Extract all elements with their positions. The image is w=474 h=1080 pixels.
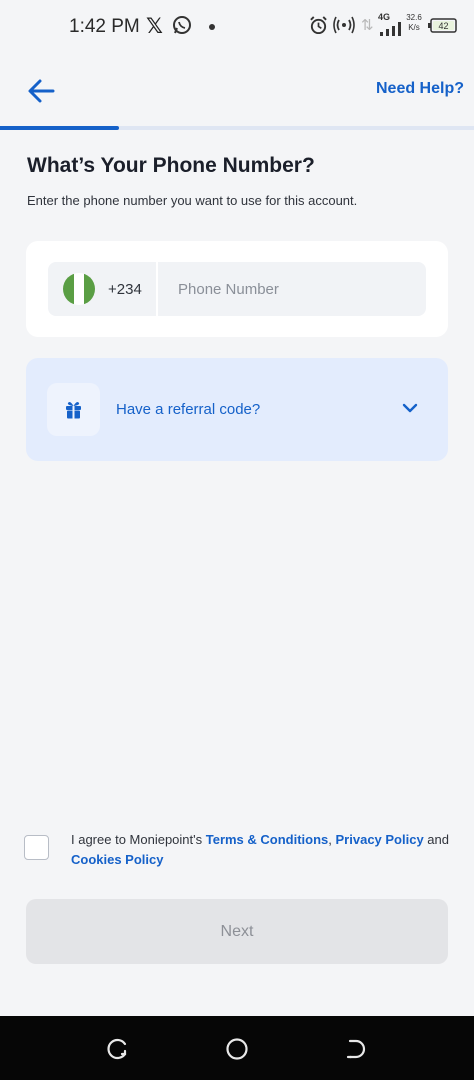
agreement-text: I agree to Moniepoint's Terms & Conditio… <box>71 830 461 870</box>
speed-value: 32.6 <box>406 13 422 22</box>
x-logo-icon: 𝕏 <box>146 15 163 38</box>
notification-dot-icon <box>209 24 215 30</box>
status-time: 1:42 PM <box>69 16 140 37</box>
progress-bar <box>0 126 474 130</box>
battery-level: 42 <box>438 21 448 31</box>
recent-apps-icon[interactable] <box>106 1037 130 1061</box>
referral-label: Have a referral code? <box>116 401 261 418</box>
battery-icon: 42 <box>428 18 457 33</box>
top-bar: Need Help? <box>0 60 474 120</box>
home-icon[interactable] <box>225 1037 249 1061</box>
signal-icon <box>380 22 401 36</box>
back-icon[interactable] <box>344 1037 368 1061</box>
terms-link[interactable]: Terms & Conditions <box>206 832 329 847</box>
chevron-down-icon[interactable] <box>402 402 418 414</box>
speed-unit: K/s <box>408 23 420 32</box>
page-subtitle: Enter the phone number you want to use f… <box>27 193 358 208</box>
arrow-left-icon[interactable] <box>26 76 56 106</box>
status-bar: 1:42 PM 𝕏 ⇅ 4G 32.6 K/s 42 <box>0 0 474 54</box>
gift-icon-box <box>47 383 100 436</box>
whatsapp-icon <box>173 16 191 34</box>
next-button[interactable]: Next <box>26 899 448 964</box>
phone-number-input[interactable] <box>158 262 426 316</box>
network-speed: 32.6 K/s <box>404 13 424 33</box>
country-dial-code[interactable]: +234 <box>108 281 142 298</box>
agreement-conjunction: and <box>423 832 449 847</box>
hotspot-icon <box>333 16 355 34</box>
gift-icon <box>66 402 81 419</box>
network-type: 4G <box>378 12 391 22</box>
need-help-link[interactable]: Need Help? <box>376 80 464 98</box>
agree-checkbox[interactable] <box>24 835 49 860</box>
phone-field: +234 <box>48 262 426 316</box>
progress-fill <box>0 126 119 130</box>
phone-card: +234 <box>26 241 448 337</box>
agreement-prefix: I agree to Moniepoint's <box>71 832 206 847</box>
agreement-separator: , <box>328 832 336 847</box>
alarm-icon <box>310 16 327 35</box>
privacy-policy-link[interactable]: Privacy Policy <box>336 832 424 847</box>
referral-code-toggle[interactable]: Have a referral code? <box>26 358 448 461</box>
navigation-bar <box>0 1016 474 1080</box>
data-arrows-icon: ⇅ <box>361 17 374 34</box>
page-title: What’s Your Phone Number? <box>27 154 315 177</box>
nigeria-flag-icon[interactable] <box>63 273 95 305</box>
cookies-policy-link[interactable]: Cookies Policy <box>71 852 163 867</box>
